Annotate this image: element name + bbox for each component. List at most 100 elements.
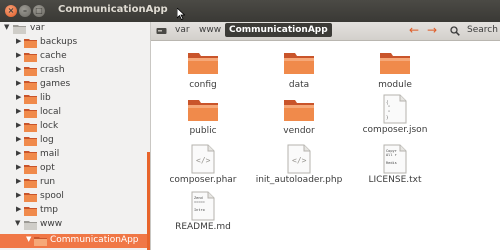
file-name: public bbox=[189, 126, 217, 136]
drive-icon[interactable] bbox=[156, 26, 167, 36]
file-name: init_autoloader.php bbox=[255, 175, 343, 185]
file-item-module[interactable]: module bbox=[347, 51, 443, 90]
window-title: CommunicationApp bbox=[58, 4, 168, 15]
collapsed-triangle-icon[interactable]: ▶ bbox=[16, 149, 21, 157]
file-view[interactable]: config data module public vendor { " "}… bbox=[151, 41, 500, 250]
file-name: README.md bbox=[175, 222, 231, 232]
location-toolbar: var www CommunicationApp ← → Search bbox=[151, 22, 500, 41]
tree-item-run[interactable]: ▶ run bbox=[0, 176, 150, 190]
tree-item-label: lock bbox=[40, 121, 59, 131]
collapsed-triangle-icon[interactable]: ▶ bbox=[16, 163, 21, 171]
file-item-vendor[interactable]: vendor bbox=[251, 98, 347, 136]
folder-icon bbox=[24, 53, 37, 62]
expanded-triangle-icon[interactable]: ▼ bbox=[15, 219, 20, 227]
file-item-data[interactable]: data bbox=[251, 51, 347, 90]
search-label[interactable]: Search bbox=[467, 25, 498, 35]
tree-item-label: var bbox=[30, 23, 45, 33]
tree-item-label: tmp bbox=[40, 205, 59, 215]
tree-item-communicationapp[interactable]: ▼ CommunicationApp bbox=[0, 234, 150, 248]
file-name: config bbox=[189, 80, 217, 90]
svg-text:=====: ===== bbox=[194, 200, 206, 204]
file-manager-window: × – □ CommunicationApp ▼ var ▶ backups ▶… bbox=[0, 0, 500, 250]
folder-icon bbox=[188, 100, 218, 121]
maximize-window-button[interactable]: □ bbox=[33, 5, 45, 17]
folder-icon bbox=[24, 137, 37, 146]
svg-text:</>: </> bbox=[196, 156, 211, 165]
tree-item-lock[interactable]: ▶ lock bbox=[0, 120, 150, 134]
collapsed-triangle-icon[interactable]: ▶ bbox=[16, 191, 21, 199]
svg-text:Intro: Intro bbox=[194, 208, 205, 212]
svg-text:</>: </> bbox=[292, 156, 307, 165]
breadcrumb-www[interactable]: www bbox=[199, 25, 221, 35]
expanded-triangle-icon[interactable]: ▼ bbox=[4, 23, 9, 31]
folder-tree[interactable]: ▼ var ▶ backups ▶ cache ▶ crash ▶ games … bbox=[0, 22, 151, 250]
collapsed-triangle-icon[interactable]: ▶ bbox=[16, 65, 21, 73]
collapsed-triangle-icon[interactable]: ▶ bbox=[16, 205, 21, 213]
title-bar: × – □ CommunicationApp bbox=[0, 0, 500, 22]
forward-arrow-icon[interactable]: → bbox=[427, 23, 437, 37]
file-item-init-autoloader[interactable]: </> init_autoloader.php bbox=[251, 144, 347, 185]
sidebar-scrollbar-thumb[interactable] bbox=[147, 152, 150, 250]
file-item-composer-json[interactable]: { " " } composer.json bbox=[347, 94, 443, 135]
folder-icon bbox=[380, 53, 410, 74]
tree-item-label: cache bbox=[40, 51, 67, 61]
tree-item-lib[interactable]: ▶ lib bbox=[0, 92, 150, 106]
tree-item-crash[interactable]: ▶ crash bbox=[0, 64, 150, 78]
tree-item-label: games bbox=[40, 79, 71, 89]
tree-item-local[interactable]: ▶ local bbox=[0, 106, 150, 120]
tree-item-label: mail bbox=[40, 149, 60, 159]
file-name: vendor bbox=[283, 126, 315, 136]
close-window-button[interactable]: × bbox=[5, 5, 17, 17]
folder-icon bbox=[24, 165, 37, 174]
collapsed-triangle-icon[interactable]: ▶ bbox=[16, 177, 21, 185]
tree-item-mail[interactable]: ▶ mail bbox=[0, 148, 150, 162]
tree-item-spool[interactable]: ▶ spool bbox=[0, 190, 150, 204]
tree-item-label: lib bbox=[40, 93, 51, 103]
collapsed-triangle-icon[interactable]: ▶ bbox=[16, 79, 21, 87]
tree-item-label: crash bbox=[40, 65, 65, 75]
collapsed-triangle-icon[interactable]: ▶ bbox=[16, 93, 21, 101]
tree-item-backups[interactable]: ▶ backups bbox=[0, 36, 150, 50]
search-icon[interactable] bbox=[450, 26, 460, 36]
collapsed-triangle-icon[interactable]: ▶ bbox=[16, 51, 21, 59]
file-item-config[interactable]: config bbox=[155, 51, 251, 90]
file-name: data bbox=[288, 80, 310, 90]
tree-item-cache[interactable]: ▶ cache bbox=[0, 50, 150, 64]
file-item-composer-phar[interactable]: </> composer.phar bbox=[155, 144, 251, 185]
code-file-icon: </> bbox=[191, 144, 215, 174]
json-file-icon: { " " } bbox=[383, 94, 407, 124]
folder-icon bbox=[24, 123, 37, 132]
folder-icon bbox=[284, 100, 314, 121]
tree-item-label: log bbox=[40, 135, 54, 145]
collapsed-triangle-icon[interactable]: ▶ bbox=[16, 107, 21, 115]
tree-item-var[interactable]: ▼ var bbox=[0, 22, 150, 36]
file-name: composer.json bbox=[362, 125, 428, 135]
expanded-triangle-icon[interactable]: ▼ bbox=[26, 235, 31, 243]
collapsed-triangle-icon[interactable]: ▶ bbox=[16, 37, 21, 45]
tree-item-label: www bbox=[40, 219, 63, 229]
folder-icon bbox=[24, 193, 37, 202]
tree-item-log[interactable]: ▶ log bbox=[0, 134, 150, 148]
tree-item-tmp[interactable]: ▶ tmp bbox=[0, 204, 150, 218]
sidebar-scrollbar[interactable] bbox=[147, 22, 150, 250]
folder-icon bbox=[24, 39, 37, 48]
folder-icon bbox=[24, 81, 37, 90]
tree-item-label: opt bbox=[40, 163, 55, 173]
file-item-readme[interactable]: Zend ===== Intro README.md bbox=[155, 191, 251, 232]
collapsed-triangle-icon[interactable]: ▶ bbox=[16, 121, 21, 129]
file-item-public[interactable]: public bbox=[155, 98, 251, 136]
back-arrow-icon[interactable]: ← bbox=[409, 23, 419, 37]
tree-item-label: run bbox=[40, 177, 56, 187]
breadcrumb-current[interactable]: CommunicationApp bbox=[225, 23, 332, 37]
tree-item-games[interactable]: ▶ games bbox=[0, 78, 150, 92]
tree-item-opt[interactable]: ▶ opt bbox=[0, 162, 150, 176]
breadcrumb-var[interactable]: var bbox=[175, 25, 190, 35]
collapsed-triangle-icon[interactable]: ▶ bbox=[16, 135, 21, 143]
tree-item-www[interactable]: ▼ www bbox=[0, 218, 150, 232]
file-item-license[interactable]: Copyr All r Redis LICENSE.txt bbox=[347, 144, 443, 185]
file-name: composer.phar bbox=[169, 175, 237, 185]
folder-icon bbox=[24, 67, 37, 76]
code-file-icon: </> bbox=[287, 144, 311, 174]
svg-text:Redis: Redis bbox=[386, 161, 397, 165]
minimize-window-button[interactable]: – bbox=[19, 5, 31, 17]
